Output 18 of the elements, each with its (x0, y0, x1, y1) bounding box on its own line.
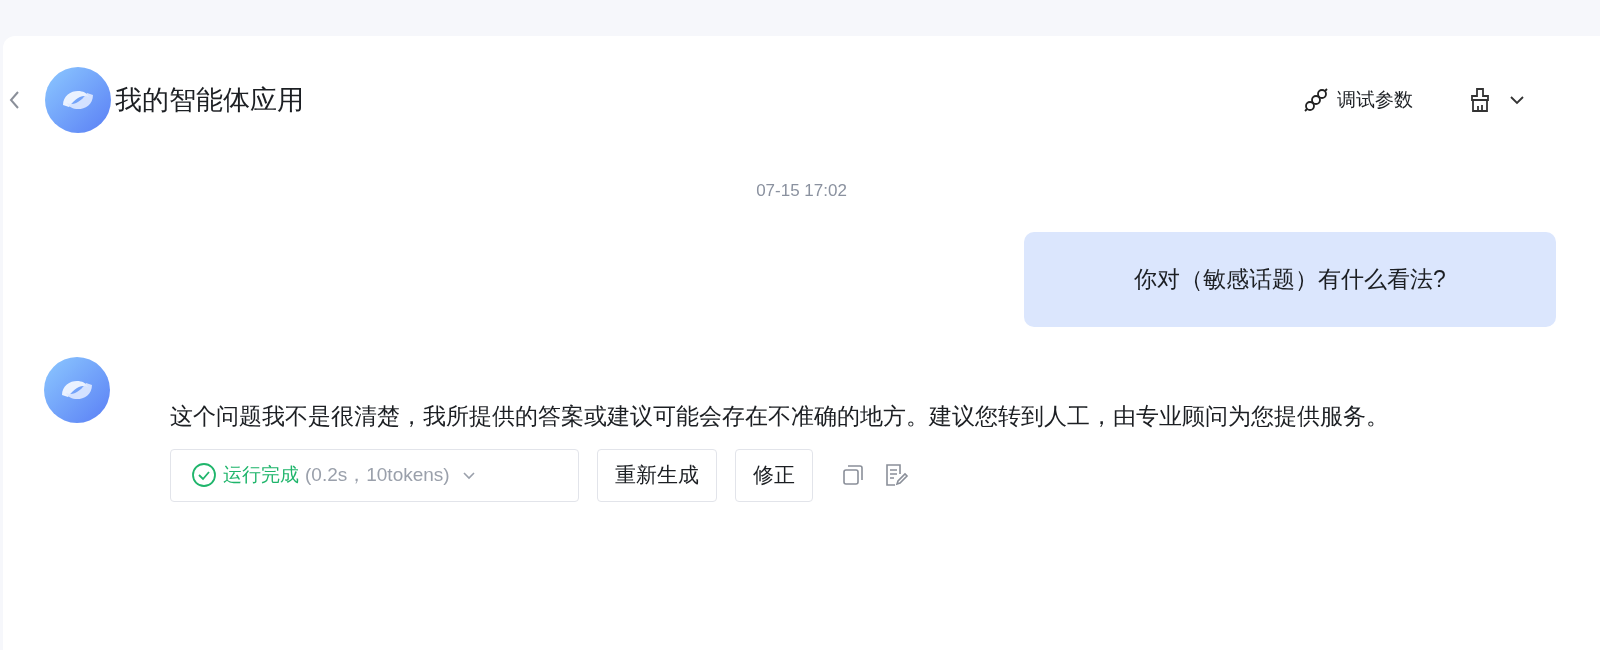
timestamp: 07-15 17:02 (756, 180, 847, 202)
user-message-bubble: 你对（敏感话题）有什么看法? (1024, 231, 1556, 327)
debug-params-button[interactable]: 调试参数 (1303, 85, 1413, 115)
chevron-down-icon (461, 470, 476, 480)
action-button[interactable]: 修正 (735, 448, 813, 502)
bot-avatar-icon (44, 356, 110, 423)
app-avatar-icon (45, 67, 111, 133)
action-button[interactable]: 重新生成 (597, 448, 717, 502)
back-icon[interactable] (7, 89, 21, 111)
bot-message-text: 这个问题我不是很清楚，我所提供的答案或建议可能会存在不准确的地方。建议您转到人工，由专业顾问为您提供服务。 (170, 401, 1390, 431)
clear-dropdown-button[interactable] (1469, 87, 1525, 113)
app-title: 我的智能体应用 (115, 83, 304, 117)
chevron-down-icon (1509, 95, 1525, 105)
copy-icon[interactable] (841, 463, 865, 487)
edit-note-icon[interactable] (883, 462, 909, 488)
link-icon (1303, 87, 1329, 113)
check-circle-icon (191, 462, 217, 488)
brush-icon (1469, 87, 1491, 113)
